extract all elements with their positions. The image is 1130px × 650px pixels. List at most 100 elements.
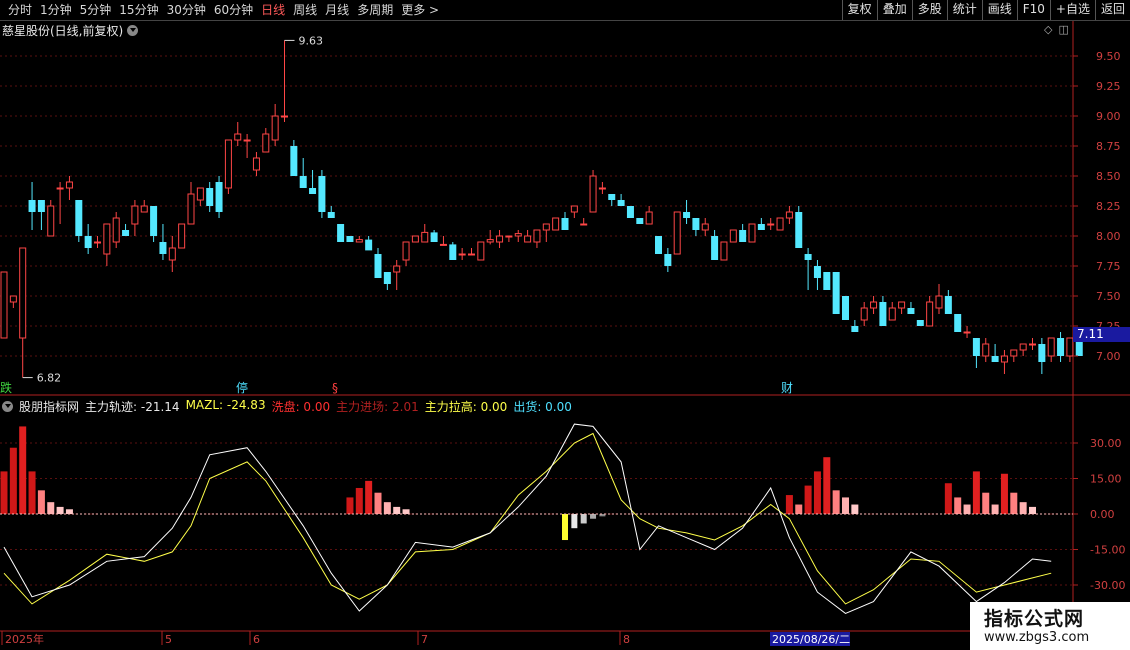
- candle: [888, 302, 896, 321]
- date-label: 7: [421, 633, 428, 646]
- indicator-tick-label: 0.00: [1090, 508, 1115, 521]
- period-tab-3[interactable]: 15分钟: [115, 2, 162, 18]
- candle: [823, 272, 831, 290]
- indicator-bar: [813, 471, 821, 514]
- candle: [701, 218, 709, 236]
- indicator-bar: [851, 504, 859, 514]
- candle: [870, 296, 878, 314]
- indicator-tick-label: -15.00: [1090, 544, 1125, 557]
- window-icon[interactable]: ◫: [1058, 23, 1068, 36]
- period-tab-6[interactable]: 日线: [257, 2, 289, 18]
- candle: [178, 223, 186, 249]
- candle: [729, 229, 737, 243]
- candle: [655, 236, 662, 254]
- candle: [1057, 332, 1065, 362]
- diamond-icon[interactable]: ◇: [1044, 23, 1052, 36]
- indicator-bar: [1019, 502, 1027, 514]
- candle: [1010, 349, 1018, 362]
- candle: [795, 206, 803, 248]
- indicator-bar: [963, 504, 971, 514]
- indicator-value-3: 主力进场: 2.01: [336, 400, 419, 414]
- candle: [617, 194, 625, 206]
- candle: [262, 128, 270, 153]
- tool-button-5[interactable]: F10: [1016, 0, 1050, 20]
- date-label: 8: [623, 633, 630, 646]
- candle: [346, 236, 354, 242]
- tool-button-6[interactable]: +自选: [1049, 0, 1095, 20]
- indicator-bar: [47, 502, 55, 514]
- candle: [439, 236, 447, 246]
- dropdown-icon[interactable]: [2, 401, 13, 412]
- candle: [711, 230, 719, 260]
- candle: [0, 271, 8, 339]
- candle: [309, 170, 317, 194]
- tool-button-7[interactable]: 返回: [1094, 0, 1130, 20]
- indicator-tick-label: 30.00: [1090, 437, 1122, 450]
- dropdown-icon[interactable]: [127, 25, 139, 36]
- tool-button-2[interactable]: 多股: [911, 0, 947, 20]
- indicator-bar: [571, 514, 578, 529]
- candle: [1029, 338, 1036, 350]
- indicator-tick-label: -30.00: [1090, 579, 1125, 592]
- candle: [851, 320, 859, 332]
- indicator-bar: [37, 490, 45, 514]
- candle: [65, 176, 73, 200]
- kline-chart[interactable]: 9.509.259.008.758.508.258.007.757.507.25…: [0, 0, 1130, 650]
- period-tab-2[interactable]: 5分钟: [76, 2, 116, 18]
- tool-button-4[interactable]: 画线: [981, 0, 1017, 20]
- period-tab-8[interactable]: 月线: [321, 2, 353, 18]
- tool-button-1[interactable]: 叠加: [876, 0, 912, 20]
- indicator-bar: [804, 485, 812, 514]
- period-tab-5[interactable]: 60分钟: [210, 2, 257, 18]
- candle: [112, 212, 120, 248]
- watermark-title: 指标公式网: [984, 608, 1085, 630]
- period-tab-7[interactable]: 周线: [289, 2, 321, 18]
- tool-button-3[interactable]: 统计: [946, 0, 982, 20]
- candle: [664, 248, 672, 272]
- indicator-bar: [972, 471, 980, 514]
- candle: [140, 200, 148, 213]
- candle: [252, 152, 260, 176]
- candle: [720, 241, 728, 261]
- candle: [598, 182, 606, 194]
- candle: [281, 40, 288, 122]
- candle: [37, 200, 45, 230]
- candle: [739, 224, 747, 242]
- period-tab-1[interactable]: 1分钟: [36, 2, 76, 18]
- price-tick-label: 8.75: [1096, 140, 1121, 153]
- indicator-bar: [365, 480, 373, 514]
- candle: [94, 236, 101, 248]
- candle: [449, 242, 457, 260]
- candle: [916, 320, 924, 326]
- tool-button-0[interactable]: 复权: [841, 0, 877, 20]
- period-tab-9[interactable]: 多周期: [353, 2, 397, 18]
- period-tab-4[interactable]: 30分钟: [163, 2, 210, 18]
- candle: [926, 296, 934, 327]
- candle: [224, 139, 232, 194]
- indicator-name[interactable]: 股朋指标网: [19, 398, 79, 415]
- candle: [963, 326, 971, 338]
- period-tab-10[interactable]: 更多 >: [397, 2, 443, 18]
- candle: [1047, 337, 1055, 362]
- price-tick-label: 8.00: [1096, 230, 1121, 243]
- candle: [982, 338, 990, 362]
- candle: [206, 182, 214, 212]
- candle: [56, 182, 64, 224]
- candle: [898, 301, 906, 314]
- watermark: 指标公式网 www.zbgs3.com: [970, 602, 1130, 650]
- candle: [757, 218, 765, 230]
- date-axis: 2025年 5 6 7 8 2025/08/26/二: [1, 631, 850, 646]
- watermark-url: www.zbgs3.com: [984, 630, 1090, 645]
- candlesticks: [0, 40, 1083, 378]
- candle: [383, 272, 391, 290]
- candle: [318, 170, 326, 218]
- indicator-values: 主力轨迹: -21.14 MAZL: -24.83 洗盘: 0.00 主力进场: 2.…: [85, 398, 572, 415]
- candle: [570, 205, 578, 218]
- candle: [907, 302, 915, 314]
- period-tab-0[interactable]: 分时: [4, 2, 36, 18]
- mazl-line: [3, 432, 1052, 605]
- candle: [972, 338, 980, 368]
- candle: [337, 224, 345, 242]
- candle: [954, 314, 962, 332]
- candle: [159, 224, 167, 260]
